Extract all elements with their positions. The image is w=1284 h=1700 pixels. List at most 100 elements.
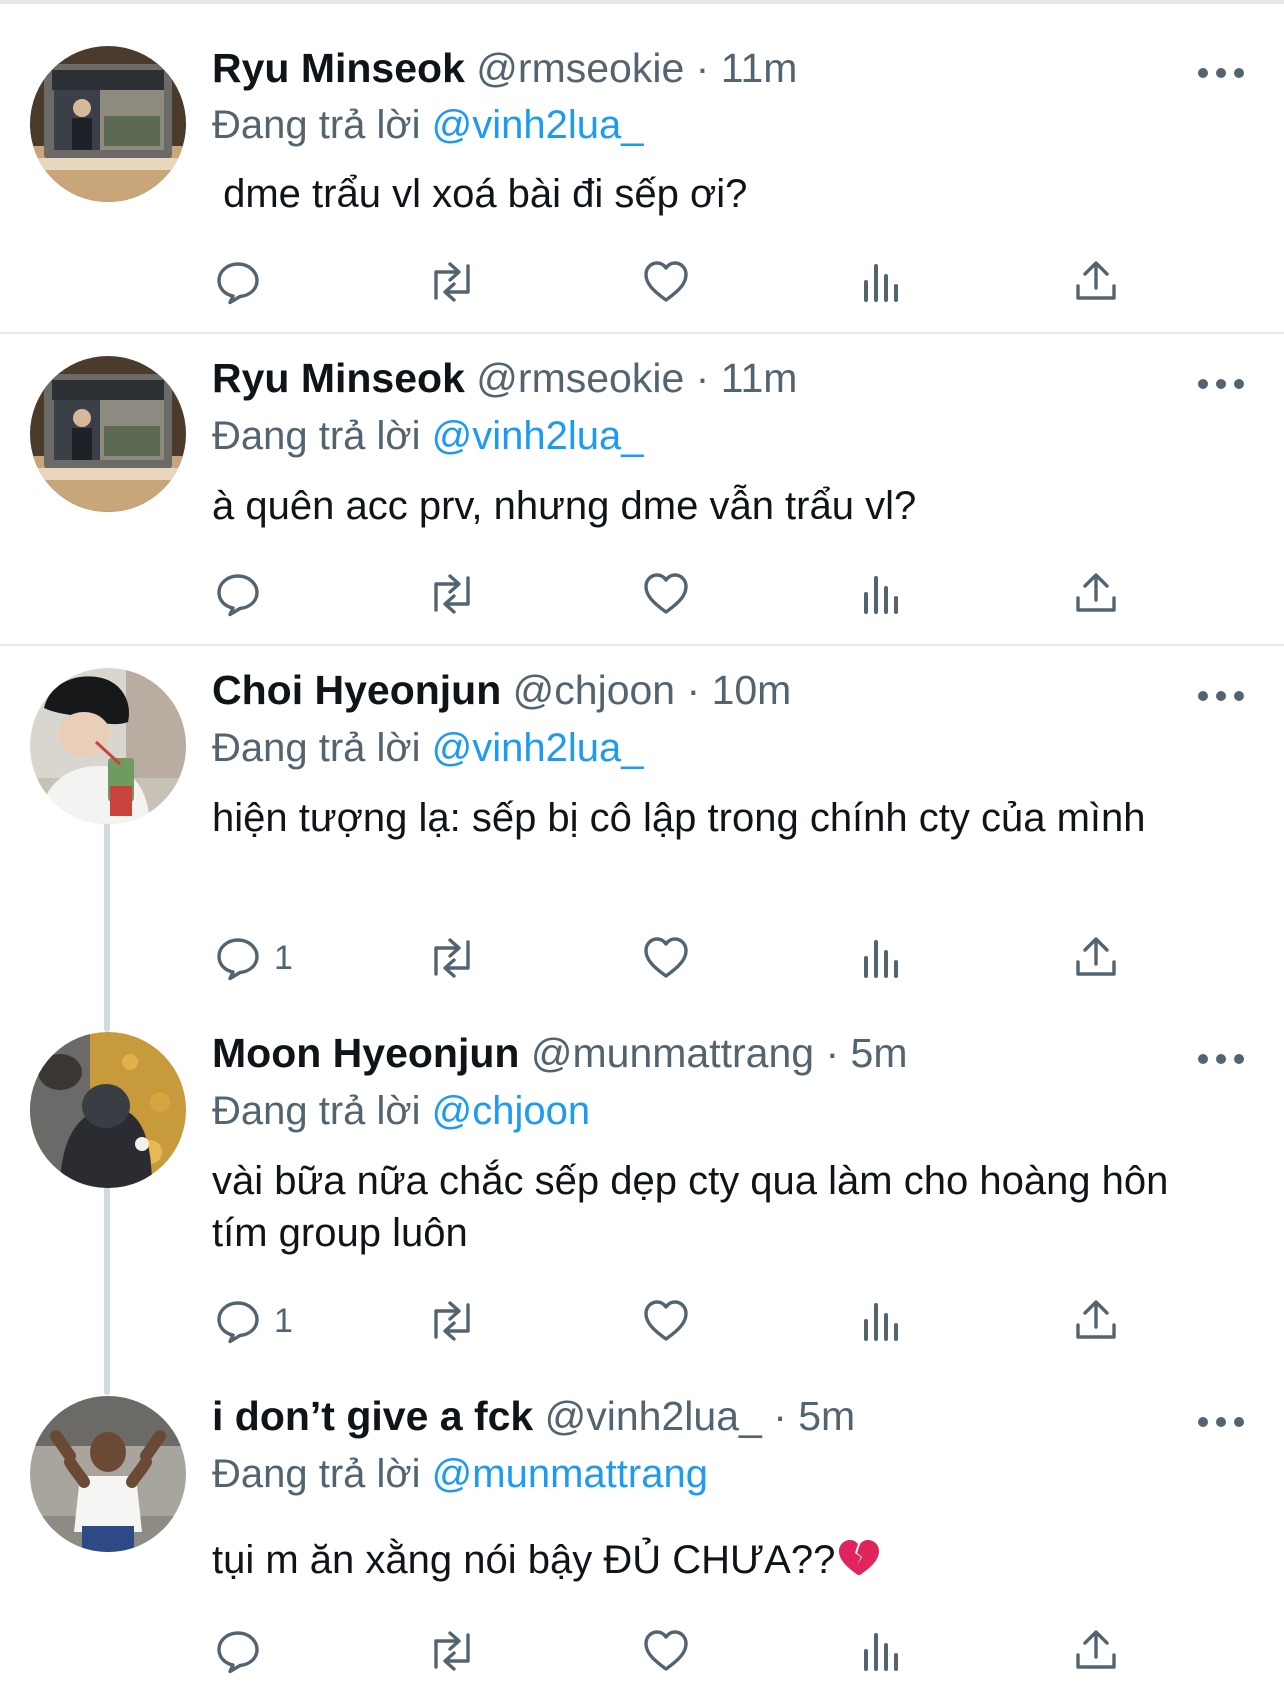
tweet-header: Choi Hyeonjun @chjoon · 10m (212, 665, 791, 715)
broken-heart-icon (837, 1537, 880, 1590)
replying-to-label: Đang trả lời (212, 414, 421, 458)
views-icon (864, 1303, 898, 1341)
like-button[interactable] (642, 932, 690, 984)
user-handle[interactable]: @rmseokie (476, 45, 684, 91)
retweet-icon (434, 1301, 470, 1341)
share-button[interactable] (1072, 1295, 1120, 1347)
reply-button[interactable] (214, 568, 274, 620)
views-button[interactable] (860, 932, 904, 984)
like-button[interactable] (642, 1625, 690, 1677)
mirror-selfie-avatar-icon (30, 46, 186, 202)
tweet-header: Ryu Minseok @rmseokie · 11m (212, 353, 797, 403)
views-icon (864, 264, 898, 302)
like-icon (644, 1630, 688, 1671)
top-divider (0, 0, 1284, 4)
views-icon (864, 1633, 898, 1671)
share-button[interactable] (1072, 932, 1120, 984)
autumn-leaves-avatar-icon (30, 1032, 186, 1188)
tweet-text: vài bữa nữa chắc sếp dẹp cty qua làm cho… (212, 1159, 1169, 1255)
mirror-selfie-avatar-icon (30, 356, 186, 512)
user-handle[interactable]: @vinh2lua_ (545, 1393, 762, 1439)
avatar-choi-hyeonjun[interactable] (30, 668, 186, 824)
share-button[interactable] (1072, 256, 1120, 308)
retweet-icon (434, 1631, 470, 1671)
drink-straw-avatar-icon (30, 668, 186, 824)
share-button[interactable] (1072, 1625, 1120, 1677)
like-icon (644, 937, 688, 978)
reply-icon (217, 938, 259, 981)
views-button[interactable] (860, 1625, 904, 1677)
like-button[interactable] (642, 256, 690, 308)
timestamp[interactable]: · 11m (696, 355, 798, 401)
user-handle[interactable]: @munmattrang (531, 1030, 814, 1076)
reply-count: 1 (274, 1301, 293, 1340)
tweet-text: hiện tượng lạ: sếp bị cô lập trong chính… (212, 796, 1146, 840)
retweet-icon (434, 938, 470, 978)
replying-to: Đang trả lời @vinh2lua_ (212, 101, 644, 149)
like-button[interactable] (642, 568, 690, 620)
tweet-header: Ryu Minseok @rmseokie · 11m (212, 43, 797, 93)
timestamp[interactable]: · 10m (687, 667, 792, 713)
replying-to-handle[interactable]: @vinh2lua_ (432, 103, 644, 147)
replying-to-label: Đang trả lời (212, 1452, 421, 1496)
avatar-ryu-minseok[interactable] (30, 46, 186, 202)
more-icon[interactable] (1198, 372, 1244, 396)
reply-icon (217, 574, 259, 617)
reply-button[interactable]: 1 (214, 932, 293, 984)
retweet-button[interactable] (424, 1295, 480, 1347)
share-icon (1076, 1300, 1116, 1339)
share-icon (1076, 573, 1116, 612)
more-icon[interactable] (1198, 1410, 1244, 1434)
tweet-text: dme trẩu vl xoá bài đi sếp ơi? (212, 172, 748, 216)
reply-button[interactable]: 1 (214, 1295, 293, 1347)
like-button[interactable] (642, 1295, 690, 1347)
thread-connector (104, 1185, 110, 1395)
share-icon (1076, 937, 1116, 976)
retweet-button[interactable] (424, 256, 480, 308)
views-icon (864, 940, 898, 978)
replying-to-handle[interactable]: @chjoon (432, 1089, 590, 1133)
share-icon (1076, 261, 1116, 300)
more-icon[interactable] (1198, 684, 1244, 708)
timestamp[interactable]: · 5m (773, 1393, 855, 1439)
avatar-ryu-minseok[interactable] (30, 356, 186, 512)
reply-icon (217, 262, 259, 305)
share-button[interactable] (1072, 568, 1120, 620)
display-name[interactable]: i don’t give a fck (212, 1393, 533, 1439)
timestamp[interactable]: · 11m (696, 45, 798, 91)
display-name[interactable]: Ryu Minseok (212, 45, 465, 91)
retweet-button[interactable] (424, 932, 480, 984)
user-handle[interactable]: @rmseokie (476, 355, 684, 401)
views-icon (864, 576, 898, 614)
reply-count: 1 (274, 938, 293, 977)
reply-button[interactable] (214, 1625, 274, 1677)
tweet-text-content: tụi m ăn xằng nói bậy ĐỦ CHƯA?? (212, 1538, 836, 1582)
like-icon (644, 1300, 688, 1341)
replying-to-handle[interactable]: @munmattrang (432, 1452, 708, 1496)
views-button[interactable] (860, 568, 904, 620)
display-name[interactable]: Moon Hyeonjun (212, 1030, 519, 1076)
display-name[interactable]: Choi Hyeonjun (212, 667, 501, 713)
user-handle[interactable]: @chjoon (513, 667, 675, 713)
reply-button[interactable] (214, 256, 274, 308)
timestamp[interactable]: · 5m (825, 1030, 907, 1076)
retweet-icon (434, 574, 470, 614)
more-icon[interactable] (1198, 1047, 1244, 1071)
views-button[interactable] (860, 1295, 904, 1347)
retweet-button[interactable] (424, 568, 480, 620)
views-button[interactable] (860, 256, 904, 308)
avatar-vinh2lua[interactable] (30, 1396, 186, 1552)
reply-icon (217, 1301, 259, 1344)
replying-to-label: Đang trả lời (212, 103, 421, 147)
more-icon[interactable] (1198, 61, 1244, 85)
reply-icon (217, 1631, 259, 1674)
tweet-header: i don’t give a fck @vinh2lua_ · 5m (212, 1391, 855, 1441)
replying-to-label: Đang trả lời (212, 726, 421, 770)
avatar-moon-hyeonjun[interactable] (30, 1032, 186, 1188)
tweet-divider (0, 644, 1284, 646)
replying-to-handle[interactable]: @vinh2lua_ (432, 414, 644, 458)
like-icon (644, 261, 688, 302)
display-name[interactable]: Ryu Minseok (212, 355, 465, 401)
replying-to-handle[interactable]: @vinh2lua_ (432, 726, 644, 770)
retweet-button[interactable] (424, 1625, 480, 1677)
